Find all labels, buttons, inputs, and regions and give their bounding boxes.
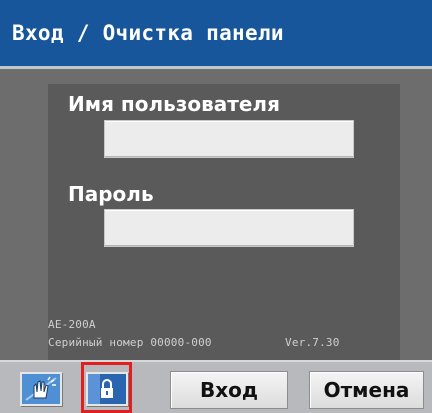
- login-screen: Вход / Очистка панели Имя пользователя П…: [0, 0, 432, 413]
- cancel-button[interactable]: Отмена: [309, 371, 424, 409]
- password-field[interactable]: [104, 209, 354, 247]
- model-text: AE-200A: [48, 318, 96, 331]
- username-label: Имя пользователя: [68, 92, 280, 116]
- title-bar: Вход / Очистка панели: [0, 0, 432, 66]
- version-text: Ver.7.30: [285, 336, 340, 349]
- login-button[interactable]: Вход: [170, 371, 288, 409]
- page-title: Вход / Очистка панели: [12, 21, 284, 45]
- serial-number-text: Серийный номер 00000-000: [48, 336, 212, 349]
- title-divider: [0, 66, 432, 69]
- hand-wipe-icon: [22, 374, 60, 404]
- lock-highlight-frame: [81, 362, 132, 413]
- password-label: Пароль: [68, 182, 154, 206]
- panel-clean-button[interactable]: [20, 372, 62, 406]
- username-field[interactable]: [104, 120, 354, 158]
